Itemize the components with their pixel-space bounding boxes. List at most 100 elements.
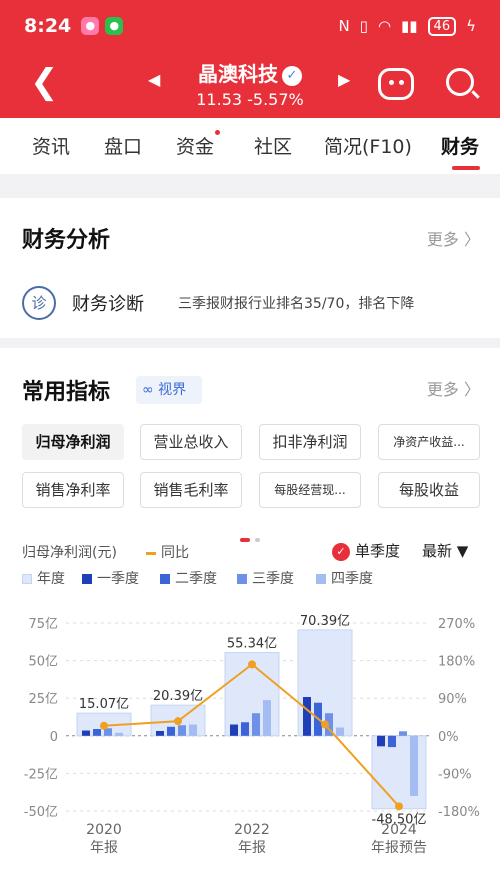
check-icon: ✓ — [332, 542, 350, 561]
legend-swatch — [237, 574, 247, 584]
y-left-tick-label: 50亿 — [28, 655, 58, 670]
x-tick-sublabel: 年报 — [238, 840, 266, 856]
tab-capital[interactable]: 资金 — [176, 130, 221, 159]
legend-q1: 一季度 — [82, 568, 139, 588]
new-dot — [215, 130, 221, 135]
x-tick-label: 2022 — [234, 822, 270, 838]
y-left-tick-label: 0 — [50, 730, 58, 745]
annual-data-label: 15.07亿 — [79, 697, 129, 712]
stock-name: 晶澳科技 ✓ — [0, 58, 500, 87]
quarter-bar-q1 — [82, 730, 90, 736]
chip-op-cashflow[interactable]: 每股经营现... — [259, 472, 361, 508]
quarter-bar-q3 — [178, 725, 186, 736]
yoy-legend-swatch — [146, 551, 156, 555]
dropdown-arrow-icon: ▼ — [456, 542, 469, 560]
chip-deducted-profit[interactable]: 扣非净利润 — [259, 424, 361, 460]
annual-data-label: 55.34亿 — [227, 637, 277, 652]
annual-data-label: 70.39亿 — [300, 614, 350, 629]
y-right-tick-label: -90% — [438, 767, 472, 782]
yoy-point — [174, 717, 182, 726]
net-profit-chart[interactable]: 75亿 270% 50亿 180% 25亿 90% 0 0% -25亿 -90% -50亿 -180%… — [0, 606, 500, 878]
y-left-tick-label: 25亿 — [28, 692, 58, 707]
next-stock-icon[interactable]: ▶ — [338, 70, 350, 89]
quarter-bar-q4 — [336, 727, 344, 736]
legend-swatch — [82, 574, 92, 584]
legend-swatch — [160, 574, 170, 584]
quarter-bar-q1 — [377, 735, 385, 747]
verified-icon: ✓ — [282, 65, 302, 86]
legend-swatch — [316, 574, 326, 584]
quarterly-toggle[interactable]: ✓ 单季度 — [332, 540, 400, 561]
legend-q2: 二季度 — [160, 568, 217, 588]
vibrate-icon: ▯ — [359, 17, 368, 35]
horizon-badge[interactable]: ∞ 视界 — [136, 376, 202, 404]
quarter-bar-q4 — [189, 724, 197, 736]
quarter-bar-q4 — [410, 735, 418, 796]
analysis-more-link[interactable]: 更多 〉 — [427, 226, 480, 250]
yoy-point — [100, 721, 108, 730]
yoy-point — [395, 802, 403, 811]
indicators-title: 常用指标 — [22, 380, 111, 405]
yoy-point — [248, 660, 256, 669]
wifi-icon: ◠ — [377, 17, 392, 35]
y-right-tick-label: -180% — [438, 805, 480, 820]
title-bar: ❮ ◀ 晶澳科技 ✓ 11.53 -5.57% ▶ — [0, 52, 500, 118]
quarter-bar-q1 — [156, 730, 164, 736]
y-right-tick-label: 270% — [438, 617, 475, 632]
diagnosis-label[interactable]: 财务诊断 — [72, 290, 144, 316]
chip-net-margin[interactable]: 销售净利率 — [22, 472, 124, 508]
quarter-bar-q4 — [263, 700, 271, 736]
tab-finance[interactable]: 财务 — [441, 132, 479, 159]
x-tick-sublabel: 年报预告 — [371, 840, 427, 856]
quarter-bar-q3 — [252, 713, 260, 736]
finance-analysis-title: 财务分析 — [22, 228, 111, 253]
indicators-more-link[interactable]: 更多 〉 — [427, 376, 480, 400]
chip-revenue[interactable]: 营业总收入 — [140, 424, 242, 460]
quarter-bar-q2 — [93, 729, 101, 736]
tab-market[interactable]: 盘口 — [104, 132, 142, 159]
x-tick-sublabel: 年报 — [90, 840, 118, 856]
yoy-legend: 同比 — [146, 542, 189, 562]
tab-bar: 资讯 盘口 资金 社区 简况(F10) 财务 — [0, 118, 500, 174]
chip-gross-margin[interactable]: 销售毛利率 — [140, 472, 242, 508]
quarter-bar-q2 — [241, 722, 249, 736]
quarter-bar-q2 — [167, 726, 175, 736]
search-icon[interactable] — [446, 68, 474, 96]
charging-icon: ϟ — [466, 17, 476, 35]
legend-annual: 年度 — [22, 568, 65, 588]
chip-eps[interactable]: 每股收益 — [378, 472, 480, 508]
finance-analysis-card: 财务分析 更多 〉 诊 财务诊断 三季报财报行业排名35/70，排名下降 — [0, 198, 500, 338]
tab-news[interactable]: 资讯 — [32, 132, 70, 159]
quarter-bar-q3 — [399, 731, 407, 736]
legend-swatch — [22, 574, 32, 584]
y-right-tick-label: 0% — [438, 730, 459, 745]
y-left-tick-label: -50亿 — [24, 805, 58, 820]
x-tick-label: 2020 — [86, 822, 122, 838]
quarter-bar-q1 — [303, 696, 311, 736]
diagnosis-description[interactable]: 三季报财报行业排名35/70，排名下降 — [178, 293, 414, 313]
legend-q4: 四季度 — [316, 568, 373, 588]
y-right-tick-label: 90% — [438, 692, 467, 707]
chip-roe[interactable]: 净资产收益... — [378, 424, 480, 460]
y-left-tick-label: 75亿 — [28, 617, 58, 632]
status-bar: 8:24 ● ● N ▯ ◠ ▮▮ 46 ϟ — [0, 0, 500, 52]
indicators-card: 常用指标 ∞ 视界 更多 〉 归母净利润 营业总收入 扣非净利润 净资产收益..… — [0, 348, 500, 890]
pager-dot — [255, 538, 260, 542]
quarter-bar-q1 — [230, 724, 238, 736]
latest-dropdown[interactable]: 最新 ▼ — [422, 540, 468, 561]
battery-icon: 46 — [427, 16, 457, 36]
chip-net-profit[interactable]: 归母净利润 — [22, 424, 124, 460]
active-tab-indicator — [452, 166, 480, 170]
quarter-bar-q2 — [388, 735, 396, 748]
diagnosis-icon: 诊 — [22, 286, 56, 320]
yoy-point — [321, 720, 329, 729]
tab-profile[interactable]: 简况(F10) — [324, 132, 412, 159]
stock-price: 11.53 -5.57% — [196, 90, 304, 109]
quarter-bar-q4 — [115, 732, 123, 736]
annual-data-label: 20.39亿 — [153, 689, 203, 704]
x-tick-label: 2024 — [381, 822, 417, 838]
wechat-icon: ● — [105, 17, 124, 35]
robot-assistant-icon[interactable] — [378, 68, 414, 100]
metric-label: 归母净利润(元) — [22, 545, 117, 561]
tab-community[interactable]: 社区 — [254, 132, 292, 159]
